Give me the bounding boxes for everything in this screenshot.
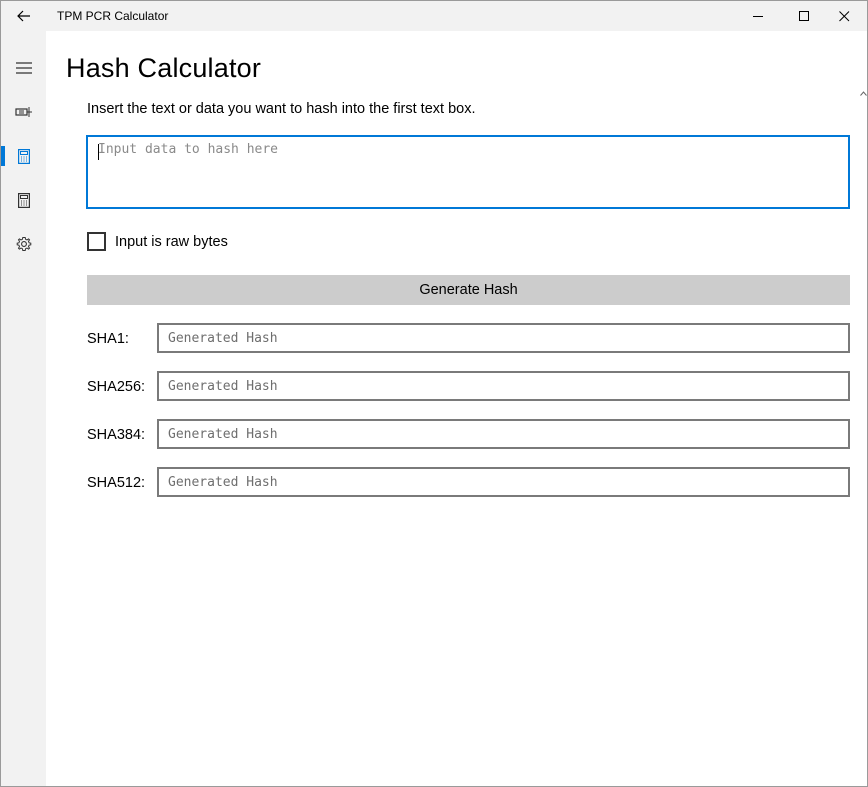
back-button[interactable] — [1, 1, 47, 31]
sha384-output[interactable] — [157, 419, 850, 449]
sha384-label: SHA384: — [87, 427, 146, 443]
main-content: Hash Calculator Insert the text or data … — [46, 31, 867, 786]
app-window: TPM PCR Calculator Hash Calculator Inser… — [0, 0, 868, 787]
raw-bytes-option[interactable]: Input is raw bytes — [87, 232, 228, 251]
minimize-button[interactable] — [735, 1, 781, 31]
nav-item-tpm[interactable] — [1, 92, 46, 132]
nav-item-settings[interactable] — [1, 224, 46, 264]
minimize-icon — [752, 15, 763, 17]
hash-input-field[interactable] — [88, 137, 848, 207]
close-button[interactable] — [821, 1, 867, 31]
instructions-text: Insert the text or data you want to hash… — [87, 101, 476, 117]
nav-item-pcr-calculator[interactable] — [1, 180, 46, 220]
maximize-icon — [798, 10, 809, 21]
sha1-output-field[interactable] — [159, 325, 848, 351]
page-title: Hash Calculator — [66, 53, 262, 83]
sha256-output[interactable] — [157, 371, 850, 401]
raw-bytes-label: Input is raw bytes — [115, 233, 228, 250]
chevron-up-icon — [859, 90, 867, 96]
sha256-output-field[interactable] — [159, 373, 848, 399]
tpm-chip-icon — [14, 107, 32, 117]
sha512-output-field[interactable] — [159, 469, 848, 495]
nav-pane — [1, 31, 46, 786]
title-bar: TPM PCR Calculator — [1, 1, 867, 31]
sha512-output[interactable] — [157, 467, 850, 497]
pcr-calculator-icon — [17, 192, 30, 208]
sha1-output[interactable] — [157, 323, 850, 353]
app-title: TPM PCR Calculator — [57, 9, 169, 23]
scroll-up-button[interactable] — [859, 89, 867, 97]
sha384-output-field[interactable] — [159, 421, 848, 447]
hash-calculator-icon — [17, 148, 30, 164]
sha512-label: SHA512: — [87, 475, 146, 491]
generate-hash-button[interactable]: Generate Hash — [87, 275, 850, 305]
hash-input-box[interactable] — [86, 135, 850, 209]
raw-bytes-checkbox[interactable] — [87, 232, 106, 251]
nav-hamburger-button[interactable] — [1, 48, 46, 88]
hamburger-menu-icon — [15, 62, 32, 74]
back-arrow-icon — [17, 10, 30, 22]
sha256-label: SHA256: — [87, 379, 146, 395]
settings-gear-icon — [16, 237, 31, 251]
nav-item-hash-calculator[interactable] — [1, 136, 46, 176]
close-icon — [838, 10, 849, 21]
nav-selection-indicator — [1, 146, 5, 166]
sha1-label: SHA1: — [87, 331, 129, 347]
text-caret — [98, 144, 99, 160]
